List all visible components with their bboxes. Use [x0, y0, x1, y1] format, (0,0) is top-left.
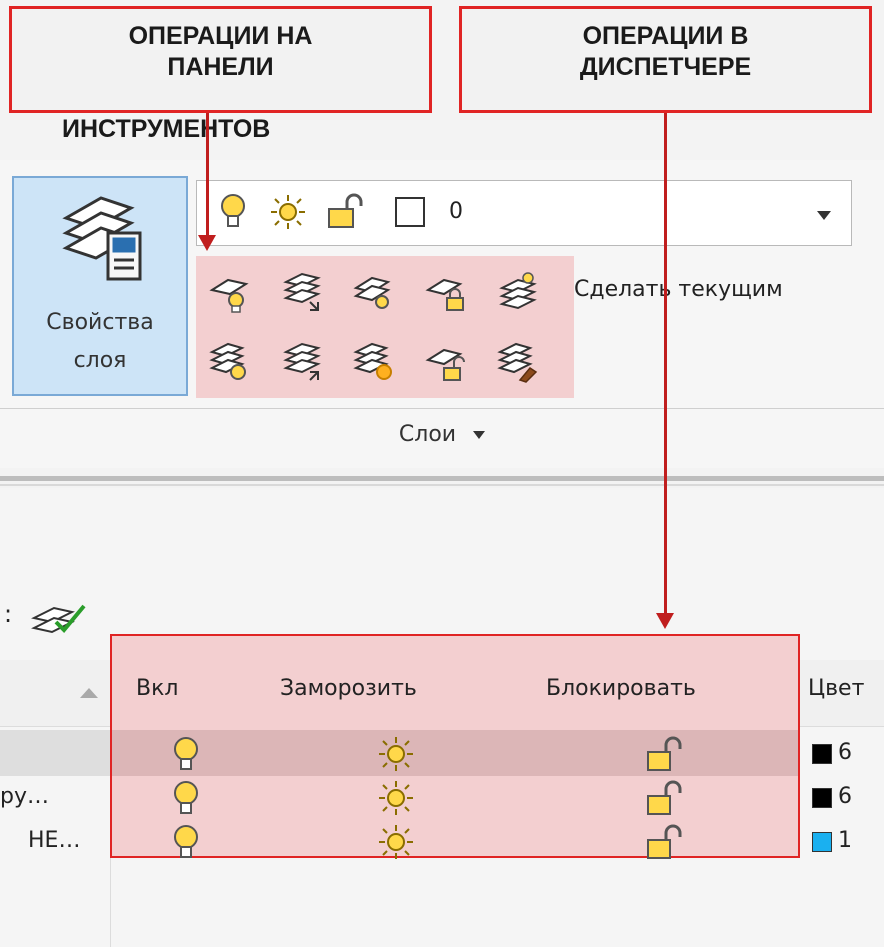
callout-manager-line1: ОПЕРАЦИИ В	[582, 22, 749, 50]
unlocked-icon	[328, 193, 363, 228]
column-header-on[interactable]: Вкл	[136, 676, 178, 701]
panel-expand-icon	[473, 431, 486, 439]
callout-arrow-toolbar	[206, 113, 209, 235]
sun-thawed-icon[interactable]	[376, 734, 416, 774]
callout-manager-line2: ДИСПЕТЧЕРЕ	[579, 53, 752, 81]
make-current-icon[interactable]	[496, 270, 540, 314]
layer-tools-highlight	[196, 256, 574, 398]
layer-properties-button[interactable]: Свойства слоя	[12, 176, 188, 396]
layer-properties-icon	[62, 196, 142, 281]
layer-merge-icon[interactable]	[496, 340, 540, 384]
layer-name[interactable]: ру…	[0, 784, 49, 809]
column-header-freeze[interactable]: Заморозить	[280, 676, 417, 701]
layer-thaw-all-icon[interactable]	[352, 340, 396, 384]
layer-isolate-icon[interactable]	[352, 270, 396, 314]
layer-row[interactable]: НЕ… 1	[0, 820, 884, 864]
window-divider-shadow	[0, 484, 884, 486]
bulb-on-icon[interactable]	[166, 778, 206, 818]
bulb-on-icon[interactable]	[166, 822, 206, 862]
layers-panel-title-text: Слои	[398, 422, 457, 447]
tree-guide-line	[110, 858, 111, 947]
unlocked-icon[interactable]	[644, 734, 684, 774]
sun-thawed-icon	[271, 195, 305, 229]
layer-color-swatch	[395, 197, 425, 227]
callout-arrow-manager	[664, 113, 667, 613]
layer-properties-label-line1: Свойства	[46, 310, 154, 335]
layer-name[interactable]: НЕ…	[28, 828, 80, 853]
callout-toolbar-line1: ОПЕРАЦИИ НА	[128, 22, 313, 50]
sun-thawed-icon[interactable]	[376, 822, 416, 862]
sun-thawed-icon[interactable]	[376, 778, 416, 818]
color-swatch[interactable]	[812, 744, 832, 764]
chevron-down-icon[interactable]	[817, 211, 831, 220]
callout-toolbar-line2: ПАНЕЛИ	[167, 53, 274, 81]
colon-text: :	[4, 600, 13, 628]
color-swatch[interactable]	[812, 788, 832, 808]
color-value: 6	[838, 740, 852, 765]
callout-manager-operations: ОПЕРАЦИИ В ДИСПЕТЧЕРЕ	[459, 6, 872, 113]
sort-ascending-icon[interactable]	[80, 688, 98, 698]
layer-filter-icon[interactable]	[28, 600, 90, 640]
arrow-head-icon	[198, 235, 216, 251]
color-value: 1	[838, 828, 852, 853]
bulb-on-icon	[221, 194, 245, 227]
unlocked-icon[interactable]	[644, 822, 684, 862]
column-header-lock[interactable]: Блокировать	[546, 676, 696, 701]
layer-row[interactable]: 6	[0, 732, 884, 776]
layer-unlock-icon[interactable]	[424, 340, 468, 384]
layers-panel-title[interactable]: Слои	[0, 422, 884, 447]
layer-on-all-icon[interactable]	[208, 340, 252, 384]
window-divider	[0, 476, 884, 481]
layer-lock-icon[interactable]	[424, 270, 468, 314]
current-layer-name: 0	[449, 199, 463, 224]
make-current-label[interactable]: Сделать текущим	[574, 277, 783, 302]
layer-off-icon[interactable]	[208, 270, 252, 314]
callout-toolbar-line3: ИНСТРУМЕНТОВ	[62, 115, 271, 143]
layer-combo-box[interactable]: 0	[196, 180, 852, 246]
layer-previous-icon[interactable]	[280, 340, 324, 384]
bulb-on-icon[interactable]	[166, 734, 206, 774]
column-header-color[interactable]: Цвет	[808, 676, 864, 701]
callout-toolbar-operations: ОПЕРАЦИИ НА ПАНЕЛИ	[9, 6, 432, 113]
color-swatch[interactable]	[812, 832, 832, 852]
ribbon-divider	[0, 408, 884, 409]
arrow-head-icon	[656, 613, 674, 629]
color-value: 6	[838, 784, 852, 809]
layer-row[interactable]: ру… 6	[0, 776, 884, 820]
unlocked-icon[interactable]	[644, 778, 684, 818]
layer-properties-label-line2: слоя	[73, 348, 127, 373]
layer-match-icon[interactable]	[280, 270, 324, 314]
